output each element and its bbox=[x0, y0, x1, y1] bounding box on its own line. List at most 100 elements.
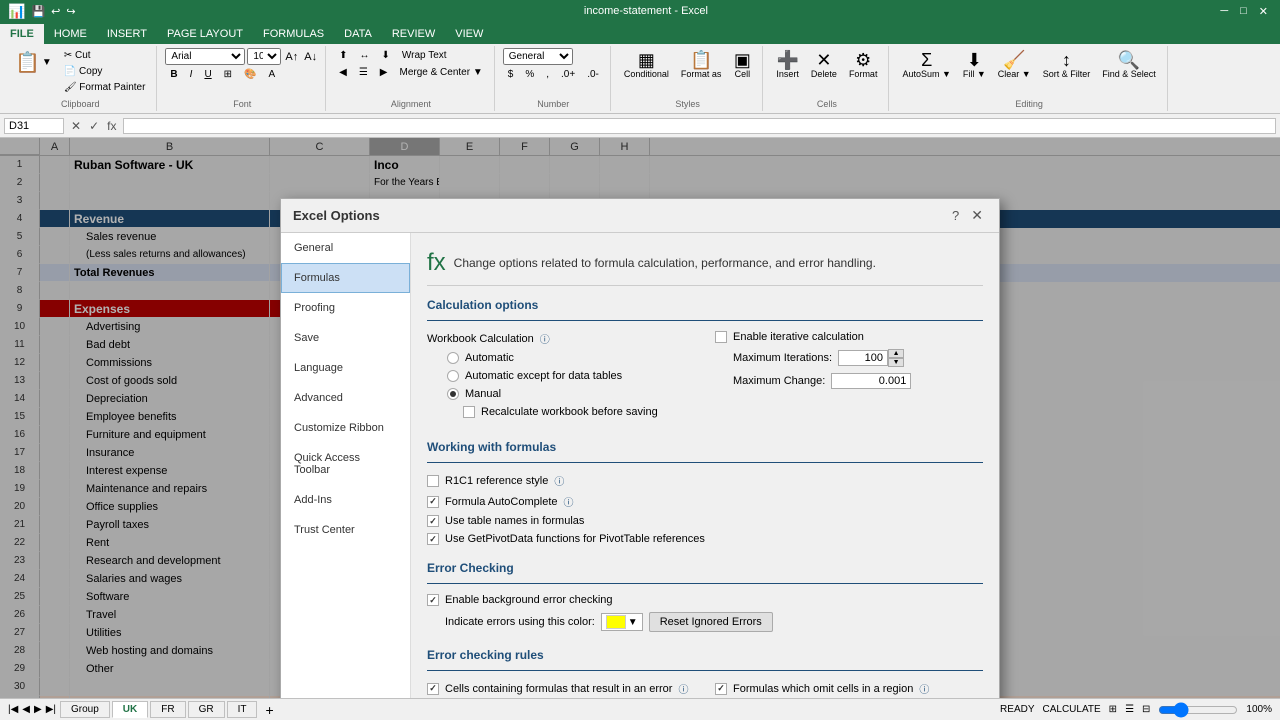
align-center-btn[interactable]: ☰ bbox=[354, 65, 373, 80]
dialog-close-btn[interactable]: ✕ bbox=[967, 207, 987, 224]
sidebar-item-save[interactable]: Save bbox=[281, 323, 410, 353]
max-iterations-input[interactable] bbox=[838, 350, 888, 366]
tab-review[interactable]: REVIEW bbox=[382, 24, 445, 44]
tab-insert[interactable]: INSERT bbox=[97, 24, 157, 44]
sidebar-item-proofing[interactable]: Proofing bbox=[281, 293, 410, 323]
underline-btn[interactable]: U bbox=[199, 67, 216, 82]
tab-formulas[interactable]: FORMULAS bbox=[253, 24, 334, 44]
sheet-tab-uk[interactable]: UK bbox=[112, 701, 148, 718]
redo-btn[interactable]: ↪ bbox=[66, 5, 75, 18]
zoom-slider[interactable] bbox=[1158, 702, 1238, 718]
cell-styles-btn[interactable]: ▣Cell bbox=[728, 48, 756, 82]
calc-automatic-radio[interactable] bbox=[447, 352, 459, 364]
tab-home[interactable]: HOME bbox=[44, 24, 97, 44]
quick-save[interactable]: 💾 bbox=[31, 5, 45, 18]
increase-font-btn[interactable]: A↑ bbox=[283, 50, 300, 64]
enable-iterative-row[interactable]: Enable iterative calculation bbox=[715, 331, 983, 343]
format-cells-btn[interactable]: ⚙Format bbox=[844, 48, 883, 82]
getpivotdata-checkbox[interactable] bbox=[427, 533, 439, 545]
delete-cells-btn[interactable]: ✕Delete bbox=[806, 48, 842, 82]
r1c1-row[interactable]: R1C1 reference style ⓘ bbox=[427, 473, 983, 488]
bold-btn[interactable]: B bbox=[165, 67, 182, 82]
max-iterations-control[interactable]: ▲ ▼ bbox=[838, 349, 904, 367]
sidebar-item-trust-center[interactable]: Trust Center bbox=[281, 515, 410, 545]
add-sheet-btn[interactable]: + bbox=[259, 700, 279, 720]
nav-last-sheet-btn[interactable]: ▶| bbox=[46, 704, 56, 715]
sidebar-item-add-ins[interactable]: Add-Ins bbox=[281, 485, 410, 515]
currency-btn[interactable]: $ bbox=[503, 67, 519, 82]
enable-bg-error-row[interactable]: Enable background error checking bbox=[427, 594, 983, 606]
sidebar-item-formulas[interactable]: Formulas bbox=[281, 263, 410, 293]
font-size-select[interactable]: 10 bbox=[247, 48, 281, 65]
enable-bg-error-checkbox[interactable] bbox=[427, 594, 439, 606]
sidebar-item-advanced[interactable]: Advanced bbox=[281, 383, 410, 413]
borders-btn[interactable]: ⊞ bbox=[219, 67, 237, 82]
wrap-text-btn[interactable]: Wrap Text bbox=[397, 48, 452, 63]
align-right-btn[interactable]: ▶ bbox=[375, 65, 393, 80]
format-painter-btn[interactable]: 🖌 Format Painter bbox=[59, 80, 151, 95]
sort-filter-btn[interactable]: ↕Sort & Filter bbox=[1038, 48, 1096, 82]
formula-autocomplete-row[interactable]: Formula AutoComplete ⓘ bbox=[427, 494, 983, 509]
tab-page-layout[interactable]: PAGE LAYOUT bbox=[157, 24, 253, 44]
format-as-table-btn[interactable]: 📋Format as bbox=[676, 48, 727, 82]
close-btn[interactable]: ✕ bbox=[1255, 5, 1272, 18]
error-rule-omit-cells-cb[interactable] bbox=[715, 683, 727, 695]
tab-file[interactable]: FILE bbox=[0, 24, 44, 44]
merge-center-btn[interactable]: Merge & Center ▼ bbox=[394, 65, 487, 80]
calc-manual-row[interactable]: Manual bbox=[447, 388, 695, 400]
getpivotdata-row[interactable]: Use GetPivotData functions for PivotTabl… bbox=[427, 533, 983, 545]
formula-autocomplete-checkbox[interactable] bbox=[427, 496, 439, 508]
err-rule-6-info[interactable]: ⓘ bbox=[919, 681, 929, 696]
error-rule-formulas-result-row[interactable]: Cells containing formulas that result in… bbox=[427, 681, 695, 696]
tab-data[interactable]: DATA bbox=[334, 24, 382, 44]
sidebar-item-customize-ribbon[interactable]: Customize Ribbon bbox=[281, 413, 410, 443]
sidebar-item-quick-access-toolbar[interactable]: Quick Access Toolbar bbox=[281, 443, 410, 485]
minimize-btn[interactable]: ─ bbox=[1216, 5, 1232, 18]
tab-view[interactable]: VIEW bbox=[445, 24, 493, 44]
insert-cells-btn[interactable]: ➕Insert bbox=[771, 48, 804, 82]
recalculate-row[interactable]: Recalculate workbook before saving bbox=[463, 406, 695, 418]
r1c1-info-icon[interactable]: ⓘ bbox=[554, 473, 564, 488]
autosum-btn[interactable]: ΣAutoSum ▼ bbox=[897, 48, 955, 82]
comma-btn[interactable]: , bbox=[541, 67, 554, 82]
fill-color-btn[interactable]: 🎨 bbox=[239, 67, 261, 82]
undo-btn[interactable]: ↩ bbox=[51, 5, 60, 18]
max-iterations-up[interactable]: ▲ bbox=[888, 349, 904, 358]
page-layout-view-btn[interactable]: ⊞ bbox=[1109, 704, 1117, 715]
recalculate-checkbox[interactable] bbox=[463, 406, 475, 418]
align-bottom-btn[interactable]: ⬇ bbox=[377, 48, 395, 63]
error-rule-omit-cells-row[interactable]: Formulas which omit cells in a region ⓘ bbox=[715, 681, 983, 696]
err-rule-1-info[interactable]: ⓘ bbox=[678, 681, 688, 696]
workbook-calc-info-icon[interactable]: ⓘ bbox=[540, 331, 550, 346]
cancel-formula-icon[interactable]: ✕ bbox=[68, 119, 84, 133]
fill-btn[interactable]: ⬇Fill ▼ bbox=[958, 48, 991, 82]
sheet-tab-fr[interactable]: FR bbox=[150, 701, 185, 718]
copy-btn[interactable]: 📄 Copy bbox=[59, 64, 151, 79]
normal-view-btn[interactable]: ☰ bbox=[1125, 704, 1134, 715]
decrease-font-btn[interactable]: A↓ bbox=[302, 50, 319, 64]
sidebar-item-general[interactable]: General bbox=[281, 233, 410, 263]
calc-auto-except-radio[interactable] bbox=[447, 370, 459, 382]
max-change-input[interactable] bbox=[831, 373, 911, 389]
sheet-tab-group[interactable]: Group bbox=[60, 701, 110, 718]
align-top-btn[interactable]: ⬆ bbox=[334, 48, 352, 63]
decrease-decimal-btn[interactable]: .0- bbox=[582, 67, 604, 82]
name-box[interactable] bbox=[4, 118, 64, 134]
error-color-btn[interactable]: ▼ bbox=[601, 613, 643, 631]
align-left-btn[interactable]: ◀ bbox=[334, 65, 352, 80]
page-break-view-btn[interactable]: ⊟ bbox=[1142, 704, 1150, 715]
conditional-formatting-btn[interactable]: ▦Conditional bbox=[619, 48, 674, 82]
calc-auto-except-row[interactable]: Automatic except for data tables bbox=[447, 370, 695, 382]
nav-next-sheet-btn[interactable]: ▶ bbox=[34, 704, 42, 715]
font-color-btn[interactable]: A bbox=[264, 67, 281, 82]
confirm-formula-icon[interactable]: ✓ bbox=[86, 119, 102, 133]
calc-automatic-row[interactable]: Automatic bbox=[447, 352, 695, 364]
formula-input[interactable] bbox=[123, 118, 1276, 134]
nav-first-sheet-btn[interactable]: |◀ bbox=[8, 704, 18, 715]
sheet-tab-gr[interactable]: GR bbox=[188, 701, 225, 718]
find-select-btn[interactable]: 🔍Find & Select bbox=[1097, 48, 1161, 82]
reset-ignored-errors-btn[interactable]: Reset Ignored Errors bbox=[649, 612, 773, 632]
italic-btn[interactable]: I bbox=[185, 67, 198, 82]
clear-btn[interactable]: 🧹Clear ▼ bbox=[993, 48, 1036, 82]
table-names-checkbox[interactable] bbox=[427, 515, 439, 527]
